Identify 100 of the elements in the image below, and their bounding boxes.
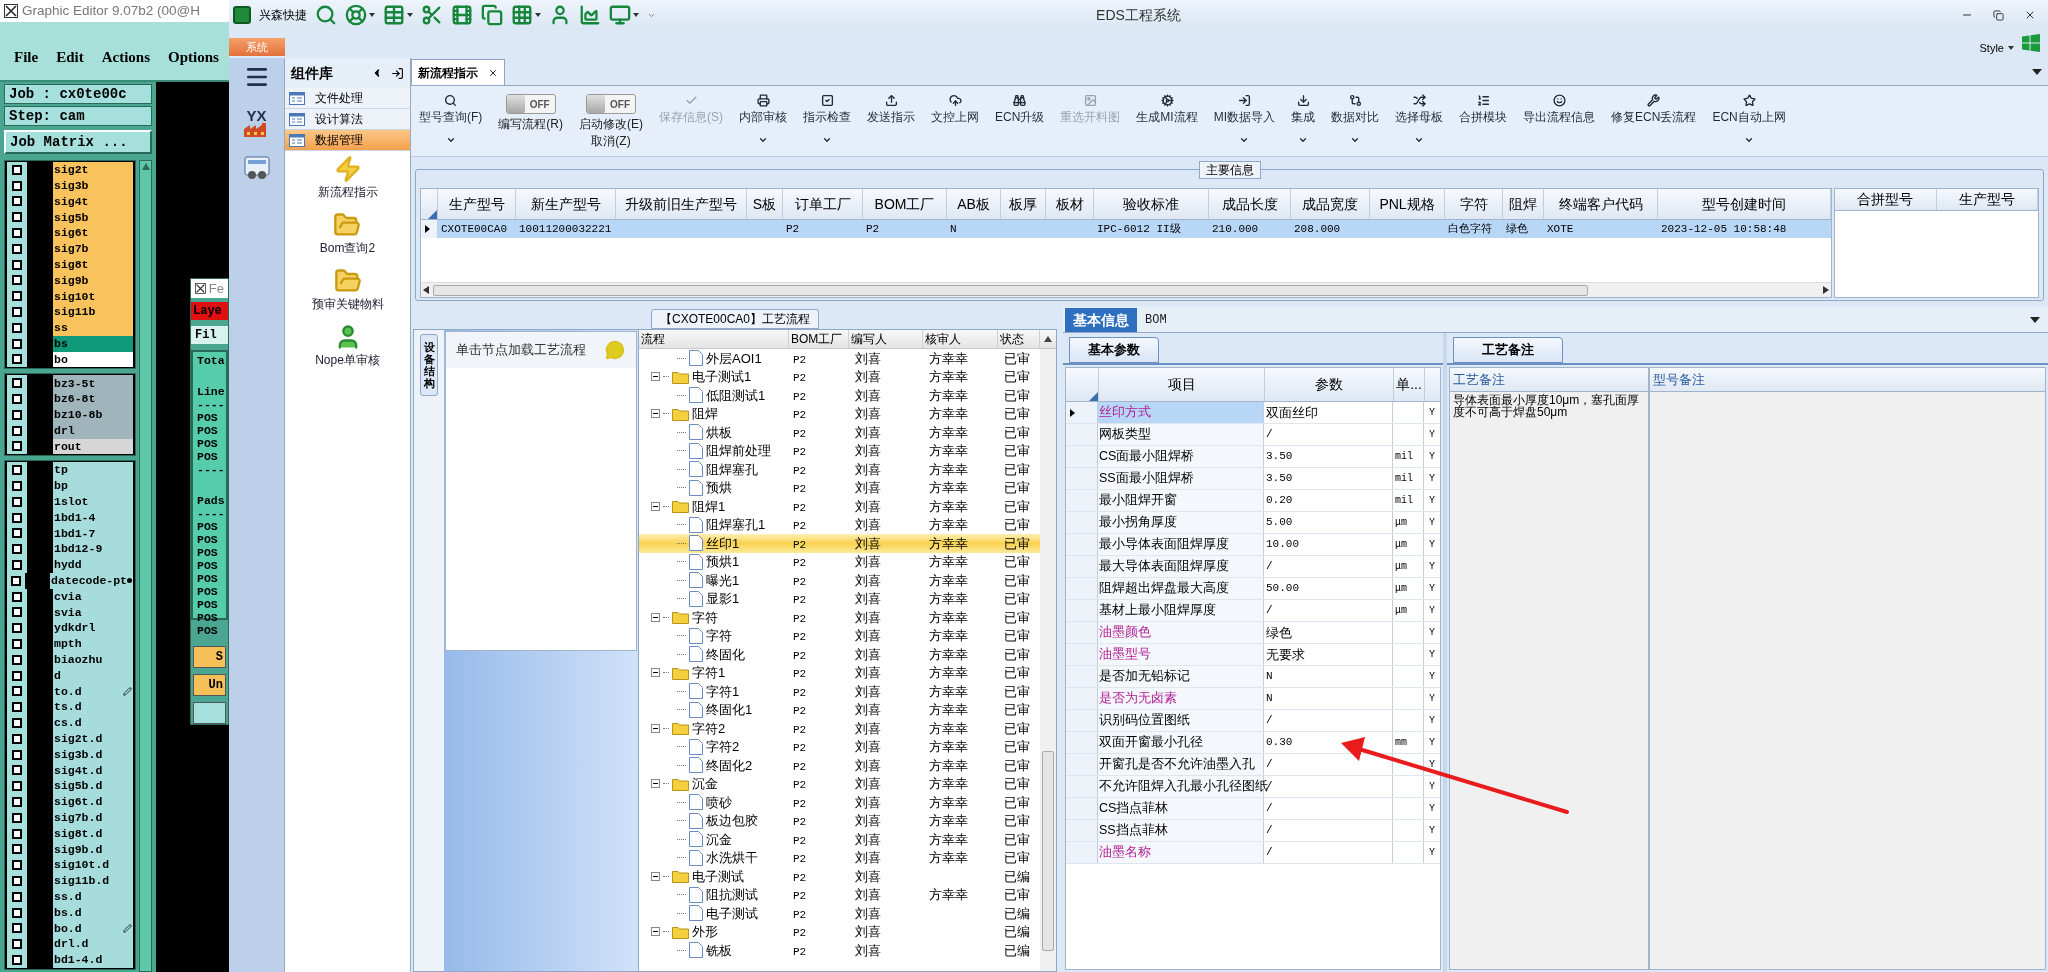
table-icon[interactable] (383, 4, 405, 26)
column-header[interactable]: 型号创建时间 (1658, 189, 1831, 219)
column-header[interactable]: 流程 (639, 330, 789, 348)
layer-checkbox[interactable] (12, 307, 22, 318)
layer-name[interactable]: hydd (53, 557, 133, 573)
toolbar-button[interactable]: 数据对比 (1331, 94, 1380, 145)
layer-checkbox[interactable] (12, 259, 22, 270)
toolbar-button[interactable]: 合拼模块 (1459, 94, 1508, 124)
layer-name[interactable]: sig2t (53, 162, 133, 178)
layer-checkbox[interactable] (12, 394, 22, 405)
menu-item[interactable]: Edit (56, 45, 84, 68)
layer-name[interactable]: sig4t.d (53, 762, 133, 779)
layer-checkbox[interactable] (12, 923, 22, 934)
caret-icon[interactable] (407, 13, 413, 17)
collapse-icon[interactable] (651, 871, 660, 881)
layer-name[interactable]: bp (53, 478, 133, 494)
layer-checkbox[interactable] (12, 749, 22, 760)
tool-button[interactable]: Nope单审核 (315, 323, 380, 369)
layer-checkbox[interactable] (12, 496, 22, 507)
layer-checkbox[interactable] (12, 528, 22, 539)
tool-button[interactable]: 新流程指示 (317, 155, 378, 201)
column-header[interactable]: 阻焊 (1503, 189, 1544, 219)
caret-icon[interactable] (369, 13, 375, 17)
layer-checkbox[interactable] (12, 639, 22, 649)
column-header[interactable]: 合拼型号 (1835, 189, 1937, 210)
layer-checkbox[interactable] (12, 354, 22, 365)
toolbar-button[interactable]: ECN升级 (995, 94, 1045, 124)
column-header[interactable]: 生产型号 (438, 189, 516, 219)
column-header[interactable]: 字符 (1445, 189, 1503, 219)
layer-checkbox[interactable] (12, 275, 22, 286)
scissors-icon[interactable] (421, 4, 443, 26)
column-header[interactable]: 订单工厂 (783, 189, 863, 219)
collapse-icon[interactable] (651, 723, 660, 733)
layer-checkbox[interactable] (12, 291, 22, 302)
layer-checkbox[interactable] (12, 718, 22, 728)
layer-name[interactable]: bd1-4.d (53, 952, 133, 968)
column-header[interactable]: 升级前旧生产型号 (616, 189, 747, 219)
layer-checkbox[interactable] (12, 512, 22, 523)
layer-name[interactable]: sig6t.d (53, 794, 133, 810)
layer-checkbox[interactable] (12, 607, 22, 618)
film-icon[interactable] (451, 4, 473, 26)
toolbar-button[interactable]: 指示检查 (803, 94, 851, 145)
layer-checkbox[interactable] (12, 544, 22, 555)
tab[interactable]: 基本参数 (1069, 337, 1159, 363)
layer-checkbox[interactable] (12, 781, 22, 792)
layer-checkbox[interactable] (11, 575, 22, 586)
copy-icon[interactable] (481, 4, 503, 26)
table-row[interactable]: CXOTE00CA0 10011200032221 P2 P2 N IPC-6012 II级 210.000 208.000 白色字符 绿色 XOTE 2023-12-05 10:58:48 (421, 220, 1831, 238)
collapse-icon[interactable] (651, 612, 660, 622)
layer-name[interactable]: bz3-5t (53, 375, 133, 392)
scroll-up-icon[interactable] (1044, 336, 1052, 342)
column-header[interactable]: BOM工厂 (863, 189, 947, 219)
layer-name[interactable]: sig9b.d (53, 841, 133, 858)
dropdown-icon[interactable] (2030, 317, 2040, 323)
layer-checkbox[interactable] (12, 180, 22, 191)
column-header[interactable]: 核审人 (923, 330, 998, 348)
scrollbar-thumb[interactable] (1042, 751, 1054, 951)
collapse-icon[interactable] (651, 779, 660, 789)
layer-checkbox[interactable] (12, 891, 22, 902)
close-icon[interactable] (2024, 9, 2036, 21)
menu-item[interactable]: Actions (101, 45, 150, 68)
yx-logo[interactable]: YX (246, 108, 267, 123)
layer-checkbox[interactable] (12, 409, 22, 420)
tab[interactable]: 基本信息 (1065, 308, 1137, 332)
toolbar-button[interactable]: 导出流程信息 (1523, 94, 1596, 124)
toolbar-button[interactable]: 文控上网 (931, 94, 979, 124)
toolbar-button[interactable]: MI数据导入 (1213, 94, 1276, 145)
layer-checkbox[interactable] (12, 322, 22, 333)
column-header[interactable]: AB板 (947, 189, 1001, 219)
layer-name[interactable]: tp (53, 462, 133, 479)
collapse-icon[interactable] (651, 409, 660, 419)
layer-checkbox[interactable] (12, 196, 22, 207)
layer-checkbox[interactable] (12, 654, 22, 665)
caret-icon[interactable] (633, 13, 639, 17)
column-header[interactable]: 生产型号 (1936, 189, 2038, 210)
toggle-switch[interactable]: OFF (586, 94, 636, 114)
layer-checkbox[interactable] (12, 670, 22, 681)
tool-button[interactable]: 预审关键物料 (311, 267, 384, 313)
close-icon[interactable] (488, 67, 498, 78)
layer-checkbox[interactable] (12, 907, 22, 918)
scroll-right-icon[interactable] (1823, 286, 1829, 294)
lifebuoy-icon[interactable] (345, 4, 367, 26)
layer-checkbox[interactable] (12, 441, 22, 452)
layer-checkbox[interactable] (12, 939, 22, 950)
column-header[interactable]: 工艺备注 (1450, 368, 1648, 392)
layer-name[interactable]: sig10t (53, 288, 133, 305)
scrollbar-thumb[interactable] (433, 284, 1588, 296)
layer-checkbox[interactable] (12, 844, 22, 855)
sidebar-item[interactable]: 数据管理 (285, 130, 410, 151)
column-header[interactable]: 板厚 (1001, 189, 1046, 219)
action-button[interactable]: Un (193, 674, 226, 696)
sidebar-item[interactable]: 设计算法 (285, 109, 410, 130)
layer-checkbox[interactable] (12, 378, 22, 389)
toolbar-button[interactable]: 修复ECN丢流程 (1611, 94, 1697, 124)
menu-item[interactable]: File (14, 45, 39, 68)
column-header[interactable]: 单... (1394, 368, 1425, 401)
column-header[interactable]: 新生产型号 (516, 189, 616, 219)
caret-icon[interactable] (2008, 46, 2014, 50)
column-header[interactable]: BOM工厂 (789, 330, 849, 348)
layer-checkbox[interactable] (12, 164, 22, 175)
